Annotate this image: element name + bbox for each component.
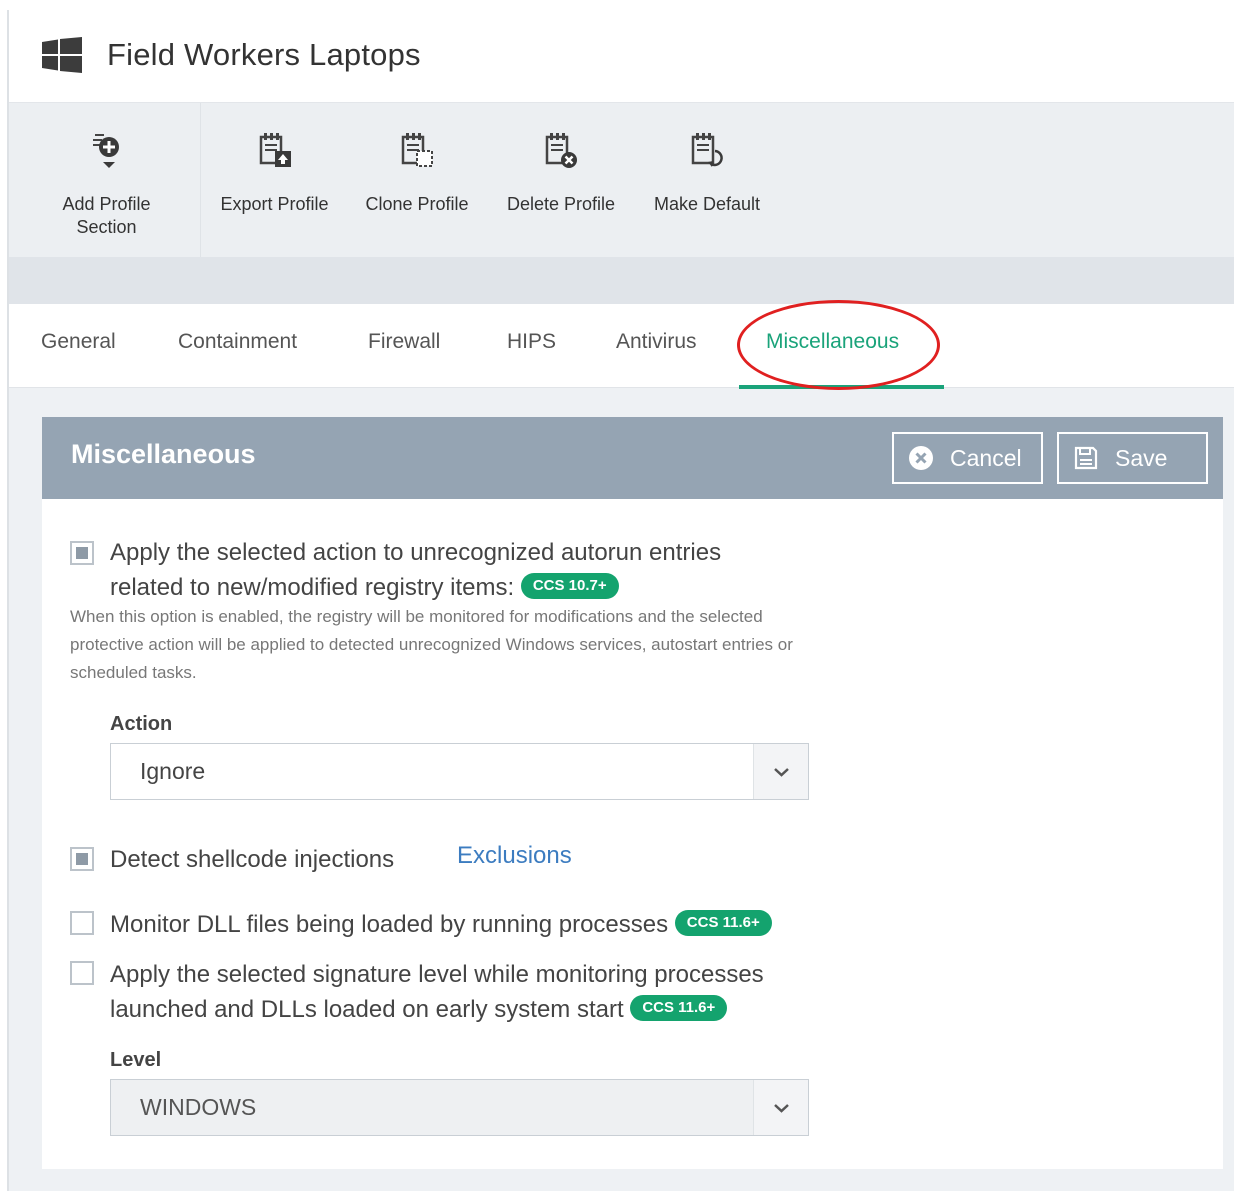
delete-profile-button[interactable]: Delete Profile: [496, 103, 626, 258]
save-label: Save: [1115, 444, 1168, 471]
autorun-entries-label-line2: related to new/modified registry items: …: [110, 570, 830, 605]
tab-bar: General Containment Firewall HIPS Antivi…: [9, 304, 1234, 389]
export-profile-icon: [259, 133, 291, 167]
shellcode-injections-label: Detect shellcode injections: [110, 846, 395, 873]
delete-profile-icon: [545, 133, 577, 168]
shellcode-injections-checkbox[interactable]: [70, 847, 94, 871]
delete-profile-label: Delete Profile: [506, 194, 616, 214]
panel-header: Miscellaneous Cancel Save: [42, 417, 1223, 499]
tab-antivirus[interactable]: Antivirus: [616, 330, 697, 354]
toolbar-spacer: [9, 257, 1234, 304]
level-label: Level: [110, 1049, 162, 1071]
chevron-down-icon: [774, 768, 789, 777]
clone-profile-icon: [401, 133, 433, 167]
signature-level-label-line2: launched and DLLs loaded on early system…: [110, 992, 830, 1027]
cancel-button[interactable]: Cancel: [892, 432, 1043, 484]
signature-level-checkbox[interactable]: [70, 961, 94, 985]
autorun-entries-checkbox[interactable]: [70, 541, 94, 565]
windows-logo-icon: [42, 37, 82, 73]
version-badge: CCS 11.6+: [674, 909, 772, 936]
save-icon: [1074, 446, 1098, 470]
clone-profile-button[interactable]: Clone Profile: [352, 103, 482, 258]
monitor-dll-option: Monitor DLL files being loaded by runnin…: [110, 907, 772, 942]
export-profile-button[interactable]: Export Profile: [207, 103, 342, 258]
cancel-label: Cancel: [950, 444, 1022, 471]
active-tab-indicator: [739, 385, 944, 389]
level-select-value: WINDOWS: [140, 1094, 257, 1120]
version-badge: CCS 11.6+: [630, 994, 728, 1021]
version-badge: CCS 10.7+: [520, 572, 619, 599]
signature-level-label-line1: Apply the selected signature level while…: [110, 961, 764, 988]
make-default-button[interactable]: Make Default: [641, 103, 773, 258]
make-default-label: Make Default: [653, 194, 761, 214]
tab-hips[interactable]: HIPS: [507, 330, 556, 354]
add-profile-section-label: Add Profile Section: [62, 194, 151, 237]
action-select-arrow: [753, 744, 808, 799]
monitor-dll-checkbox[interactable]: [70, 911, 94, 935]
autorun-entries-option: Apply the selected action to unrecognize…: [110, 535, 830, 605]
save-button[interactable]: Save: [1057, 432, 1208, 484]
panel-title: Miscellaneous: [71, 439, 256, 469]
action-label: Action: [110, 713, 173, 735]
action-select[interactable]: Ignore: [110, 743, 809, 800]
toolbar: Add Profile Section Export Profile Clone…: [9, 102, 1234, 258]
tab-miscellaneous[interactable]: Miscellaneous: [766, 330, 899, 354]
level-select[interactable]: WINDOWS: [110, 1079, 809, 1136]
cancel-icon: [909, 446, 933, 470]
signature-level-option: Apply the selected signature level while…: [110, 957, 830, 1027]
tab-firewall[interactable]: Firewall: [368, 330, 440, 354]
tab-containment[interactable]: Containment: [178, 330, 297, 354]
toolbar-separator: [200, 103, 201, 258]
profile-header: Field Workers Laptops: [9, 10, 1234, 102]
add-profile-section-icon: [92, 134, 119, 168]
app-frame: Field Workers Laptops Add Profile Sectio…: [7, 10, 1234, 1191]
level-select-arrow: [753, 1080, 808, 1135]
autorun-description: When this option is enabled, the registr…: [70, 607, 793, 682]
page-title: Field Workers Laptops: [107, 37, 421, 72]
exclusions-link[interactable]: Exclusions: [457, 842, 572, 870]
make-default-icon: [691, 133, 723, 167]
tab-general[interactable]: General: [41, 330, 116, 354]
miscellaneous-panel: Miscellaneous Cancel Save Apply the sele…: [42, 417, 1223, 1169]
clone-profile-label: Clone Profile: [365, 194, 469, 214]
add-profile-section-button[interactable]: Add Profile Section: [34, 103, 179, 258]
autorun-entries-label-line1: Apply the selected action to unrecognize…: [110, 539, 722, 566]
action-select-value: Ignore: [140, 758, 206, 784]
chevron-down-icon: [774, 1104, 789, 1113]
monitor-dll-label: Monitor DLL files being loaded by runnin…: [110, 911, 669, 938]
export-profile-label: Export Profile: [220, 194, 329, 214]
